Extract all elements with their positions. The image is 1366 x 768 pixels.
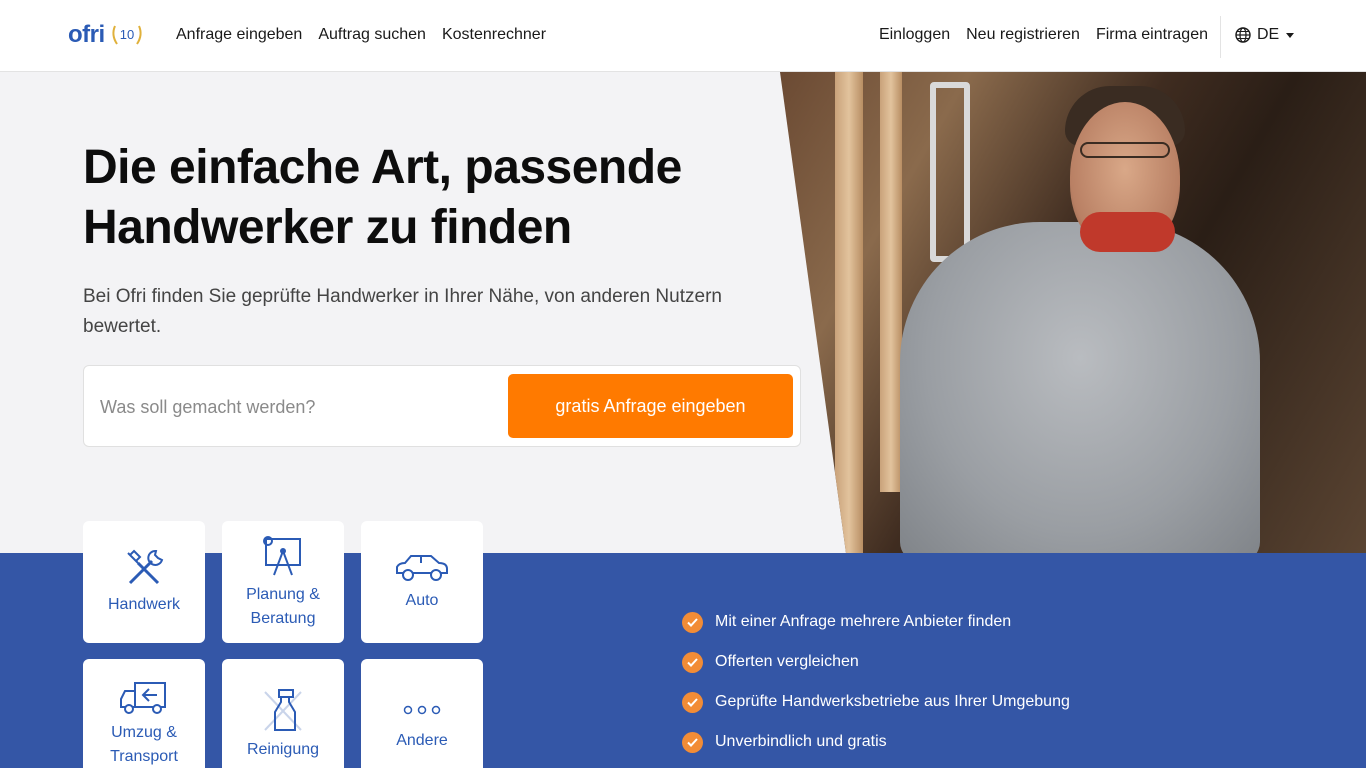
benefit-text: Offerten vergleichen [715, 653, 859, 670]
logo-text: ofri [68, 21, 105, 48]
spray-bottle-icon [264, 689, 302, 731]
register-link[interactable]: Neu registrieren [966, 26, 1080, 44]
login-link[interactable]: Einloggen [879, 26, 950, 44]
check-icon [682, 611, 703, 633]
benefit-item: Geprüfte Handwerksbetriebe aus Ihrer Umg… [682, 682, 1242, 722]
category-auto[interactable]: Auto [361, 521, 483, 643]
account-nav: Einloggen Neu registrieren Firma eintrag… [879, 26, 1208, 44]
benefit-item: Offerten vergleichen [682, 642, 1242, 682]
benefit-item: Mit einer Anfrage mehrere Anbieter finde… [682, 602, 1242, 642]
globe-icon [1235, 27, 1251, 43]
nav-kostenrechner[interactable]: Kostenrechner [442, 26, 546, 44]
category-umzug[interactable]: Umzug & Transport [83, 659, 205, 768]
logo[interactable]: ofri 10 [68, 18, 145, 52]
nav-anfrage-eingeben[interactable]: Anfrage eingeben [176, 26, 302, 44]
category-andere[interactable]: Andere [361, 659, 483, 768]
title-line-2: Handwerker zu finden [83, 201, 572, 254]
title-line-1: Die einfache Art, passende [83, 141, 682, 194]
check-icon [682, 731, 703, 753]
chevron-down-icon [1286, 32, 1295, 38]
check-icon [682, 651, 703, 673]
category-label: Reinigung [246, 741, 320, 758]
language-label: DE [1257, 26, 1280, 43]
benefits-list: Mit einer Anfrage mehrere Anbieter finde… [682, 602, 1242, 762]
blueprint-icon [263, 536, 301, 576]
car-icon [396, 555, 448, 581]
benefit-text: Unverbindlich und gratis [715, 733, 887, 750]
main-nav: Anfrage eingeben Auftrag suchen Kostenre… [176, 26, 546, 44]
anniversary-badge-icon: 10 [109, 20, 145, 50]
truck-icon [120, 682, 166, 714]
category-reinigung[interactable]: Reinigung [222, 659, 344, 768]
category-planung[interactable]: Planung & Beratung [222, 521, 344, 643]
nav-divider [1220, 16, 1221, 58]
badge-number: 10 [119, 27, 133, 42]
benefit-item: Unverbindlich und gratis [682, 722, 1242, 762]
tools-icon [127, 549, 164, 585]
more-icon [403, 705, 441, 715]
free-request-button[interactable]: gratis Anfrage eingeben [508, 374, 793, 438]
company-register-link[interactable]: Firma eintragen [1096, 26, 1208, 44]
search-input[interactable] [100, 388, 500, 426]
request-search-box: gratis Anfrage eingeben [83, 365, 801, 447]
category-label: Auto [405, 592, 439, 609]
category-label: Umzug & Transport [110, 724, 178, 765]
benefit-text: Geprüfte Handwerksbetriebe aus Ihrer Umg… [715, 693, 1070, 710]
language-dropdown[interactable]: DE [1235, 26, 1295, 44]
check-icon [682, 691, 703, 713]
hero-photo [780, 72, 1366, 553]
benefit-text: Mit einer Anfrage mehrere Anbieter finde… [715, 613, 1012, 630]
nav-auftrag-suchen[interactable]: Auftrag suchen [318, 26, 426, 44]
hero-subtitle: Bei Ofri finden Sie geprüfte Handwerker … [83, 286, 722, 337]
category-label: Handwerk [107, 596, 181, 613]
page-title: Die einfache Art, passende Handwerker zu… [83, 138, 803, 258]
top-navbar: ofri 10 Anfrage eingeben Auftrag suchen … [0, 0, 1366, 72]
category-label: Andere [396, 732, 448, 749]
category-label: Planung & Beratung [246, 586, 320, 627]
category-handwerk[interactable]: Handwerk [83, 521, 205, 643]
